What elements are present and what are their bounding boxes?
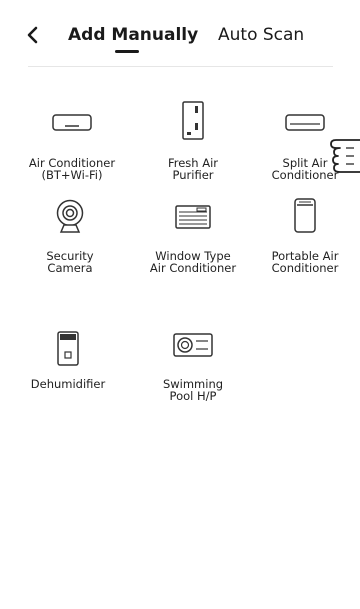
pool-heat-pump-icon [173, 333, 213, 357]
tab-auto-scan[interactable]: Auto Scan [218, 24, 304, 46]
security-camera-icon [56, 199, 84, 233]
tab-add-manually[interactable]: Add Manually [68, 24, 198, 46]
window-type-ac-icon [175, 205, 211, 229]
split-air-conditioner-icon [285, 114, 325, 131]
back-arrow-icon [27, 26, 38, 44]
dehumidifier-icon [57, 331, 79, 366]
device-label: Dehumidifier [30, 377, 106, 391]
active-tab-indicator [115, 50, 139, 53]
device-label: Window Type Air Conditioner [149, 249, 237, 275]
back-button[interactable] [22, 22, 44, 48]
device-label: Swimming Pool H/P [162, 377, 224, 403]
device-label: Fresh Air Purifier [167, 156, 219, 182]
device-label: Split Air Conditioner [271, 156, 339, 182]
device-label: Portable Air Conditioner [271, 249, 339, 275]
header: Add Manually Auto Scan [0, 0, 360, 67]
portable-ac-icon [294, 198, 316, 233]
fresh-air-purifier-icon [182, 101, 204, 140]
device-label: Security Camera [46, 249, 94, 275]
air-conditioner-icon [52, 114, 92, 131]
device-label: Air Conditioner (BT+Wi-Fi) [28, 156, 116, 182]
header-divider [28, 66, 333, 67]
